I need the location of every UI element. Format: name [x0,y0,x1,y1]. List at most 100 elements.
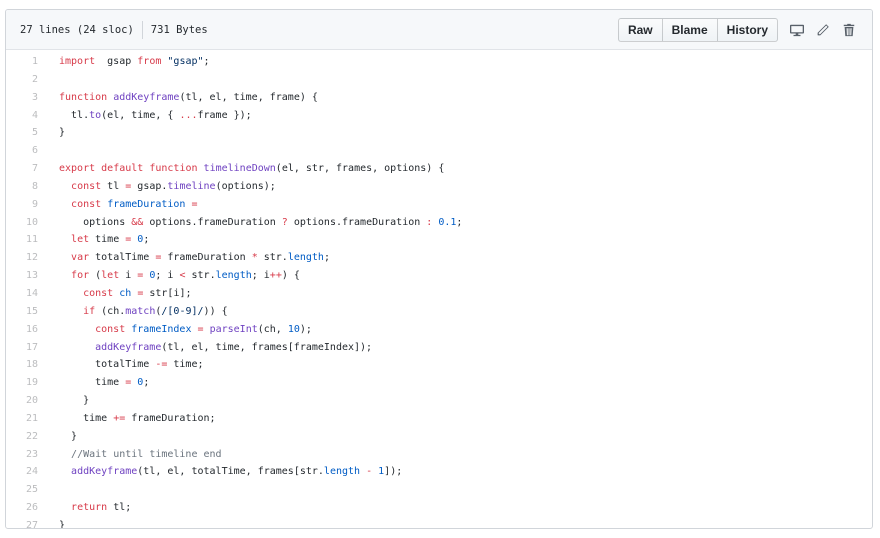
code-line: 12 var totalTime = frameDuration * str.l… [6,249,872,267]
history-button[interactable]: History [717,17,778,42]
code-line: 23 //Wait until timeline end [6,446,872,464]
code-token: "gsap" [167,56,204,67]
code-line: 27} [6,517,872,528]
code-token: ]); [384,466,403,478]
line-number[interactable]: 15 [6,303,59,321]
code-line: 10 options && options.frameDuration ? op… [6,214,872,232]
line-number[interactable]: 3 [6,89,59,107]
code-token: default [101,163,144,175]
code-line: 18 totalTime -= time; [6,356,872,374]
line-number[interactable]: 8 [6,178,59,196]
line-number[interactable]: 6 [6,142,59,160]
line-number[interactable]: 16 [6,321,59,339]
line-number[interactable]: 13 [6,267,59,285]
line-number[interactable]: 25 [6,481,59,499]
code-token: from [137,56,162,67]
code-token: const [71,198,102,210]
line-content: function addKeyframe(tl, el, time, frame… [59,89,318,107]
line-content: const tl = gsap.timeline(options); [59,178,276,196]
view-button-group: Raw Blame History [617,17,778,42]
line-number[interactable]: 1 [6,53,59,71]
file-header: 27 lines (24 sloc) 731 Bytes Raw Blame H… [6,10,872,50]
code-token: frameDuration [107,198,186,210]
line-number[interactable]: 7 [6,160,59,178]
line-content: time += frameDuration; [59,410,215,428]
line-content: const frameDuration = [59,196,198,214]
code-token: totalTime [89,252,156,264]
line-number[interactable]: 24 [6,463,59,481]
code-token: str[i]; [143,287,192,299]
code-token: const [95,323,126,335]
code-line: 9 const frameDuration = [6,196,872,214]
raw-button[interactable]: Raw [617,17,663,42]
line-number[interactable]: 5 [6,124,59,142]
line-content: let time = 0; [59,231,149,249]
code-token: parseInt [209,323,258,335]
code-token: length [215,270,252,282]
pencil-icon[interactable] [810,18,836,42]
code-line: 3 function addKeyframe(tl, el, time, fram… [6,89,872,107]
line-number[interactable]: 23 [6,446,59,464]
code-token: tl. [59,109,90,121]
code-token: (tl, el, time, frame) { [179,91,318,103]
code-token: (tl, el, time, frames[frameIndex]); [161,341,373,353]
code-token: ; [323,252,330,264]
line-content: //Wait until timeline end [59,446,222,464]
code-token: = [191,198,198,210]
desktop-icon[interactable] [784,18,810,42]
code-token: ) { [281,270,300,282]
line-number[interactable]: 14 [6,285,59,303]
code-token: (el, time, { [101,109,180,121]
line-number[interactable]: 2 [6,71,59,89]
line-content: } [59,392,89,410]
trash-icon[interactable] [836,18,862,42]
line-number[interactable]: 4 [6,107,59,125]
code-token: (options); [215,180,276,192]
code-token: -= [155,359,168,371]
line-number[interactable]: 19 [6,374,59,392]
code-token: //Wait until timeline end [71,448,222,460]
line-number[interactable]: 9 [6,196,59,214]
line-number[interactable]: 12 [6,249,59,267]
line-number[interactable]: 27 [6,517,59,528]
code-token: tl; [107,502,132,514]
code-line: 14 const ch = str[i]; [6,285,872,303]
line-number[interactable]: 17 [6,339,59,357]
line-number[interactable]: 20 [6,392,59,410]
code-token: )) { [203,305,228,317]
line-number[interactable]: 22 [6,428,59,446]
code-token: var [71,252,90,264]
code-token: time [59,377,126,389]
code-line: 25 [6,481,872,499]
line-number[interactable]: 11 [6,231,59,249]
code-token: gsap. [131,180,168,192]
code-token: addKeyframe [95,341,162,353]
code-token: ( [89,270,102,282]
line-content: const ch = str[i]; [59,285,192,303]
code-token: (ch, [257,323,288,335]
line-number[interactable]: 18 [6,356,59,374]
line-number[interactable]: 10 [6,214,59,232]
code-line: 21 time += frameDuration; [6,410,872,428]
code-line: 20 } [6,392,872,410]
code-token: addKeyframe [113,91,180,103]
code-line: 24 addKeyframe(tl, el, totalTime, frames… [6,463,872,481]
code-token: length [287,252,324,264]
line-content: addKeyframe(tl, el, totalTime, frames[st… [59,463,402,481]
blame-button[interactable]: Blame [662,17,718,42]
code-token: tl [101,180,126,192]
line-content: tl.to(el, time, { ...frame }); [59,107,252,125]
line-number[interactable]: 26 [6,499,59,517]
code-token: let [101,270,120,282]
code-token: str. [185,270,216,282]
code-line: 8 const tl = gsap.timeline(options); [6,178,872,196]
code-line: 11 let time = 0; [6,231,872,249]
code-line: 4 tl.to(el, time, { ...frame }); [6,107,872,125]
line-number[interactable]: 21 [6,410,59,428]
line-content: import gsap from "gsap"; [59,53,210,71]
file-actions: Raw Blame History [617,17,862,42]
